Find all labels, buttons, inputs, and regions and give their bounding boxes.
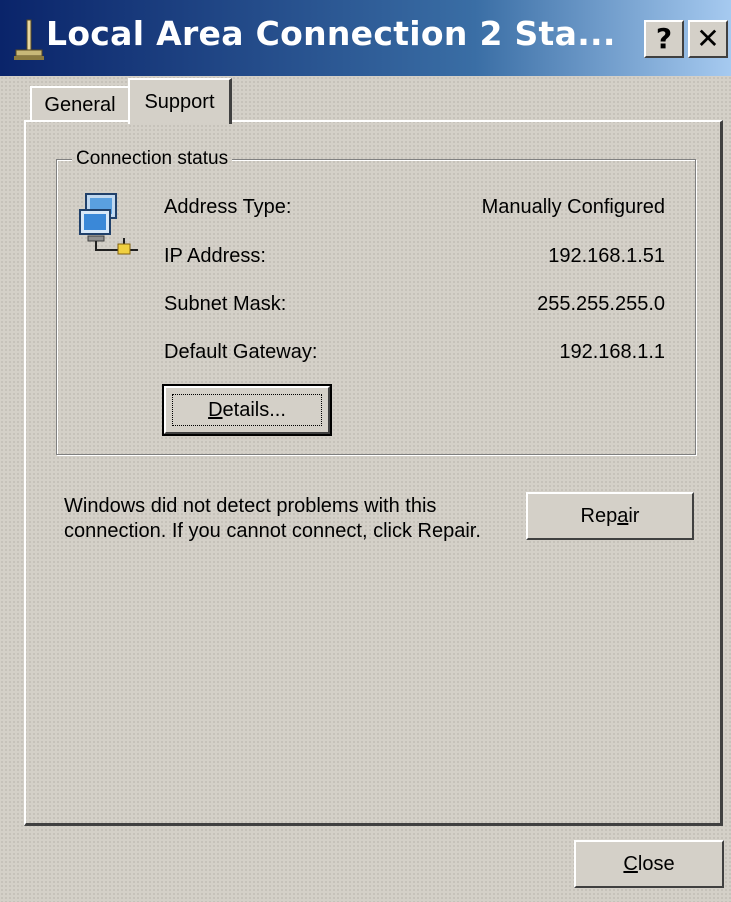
address-type-label: Address Type:	[164, 196, 292, 218]
repair-message: Windows did not detect problems with thi…	[64, 495, 481, 542]
network-computers-icon	[79, 193, 138, 255]
details-button[interactable]: Details...	[162, 384, 332, 436]
repair-button[interactable]: Repair	[526, 492, 694, 540]
tab-support[interactable]: Support	[128, 78, 232, 124]
focus-rectangle	[172, 394, 322, 426]
ip-address-label: IP Address:	[164, 245, 266, 267]
help-button[interactable]: ?	[644, 20, 684, 58]
window-title: Local Area Connection 2 Sta...	[46, 14, 616, 53]
subnet-mask-label: Subnet Mask:	[164, 293, 287, 315]
address-type-value: Manually Configured	[481, 196, 665, 218]
tab-general[interactable]: General	[30, 86, 130, 122]
connection-status-legend: Connection status	[72, 148, 233, 170]
close-window-button[interactable]: ✕	[688, 20, 728, 58]
close-button-label: Close	[623, 852, 675, 875]
close-button[interactable]: Close	[574, 840, 724, 888]
title-bar[interactable]: Local Area Connection 2 Sta... ? ✕	[0, 0, 731, 76]
ip-address-value: 192.168.1.51	[548, 245, 665, 267]
default-gateway-value: 192.168.1.1	[559, 341, 665, 363]
default-gateway-label: Default Gateway:	[164, 341, 318, 363]
network-connection-icon	[14, 19, 44, 60]
repair-button-label: Repair	[580, 504, 640, 527]
subnet-mask-value: 255.255.255.0	[537, 293, 665, 315]
